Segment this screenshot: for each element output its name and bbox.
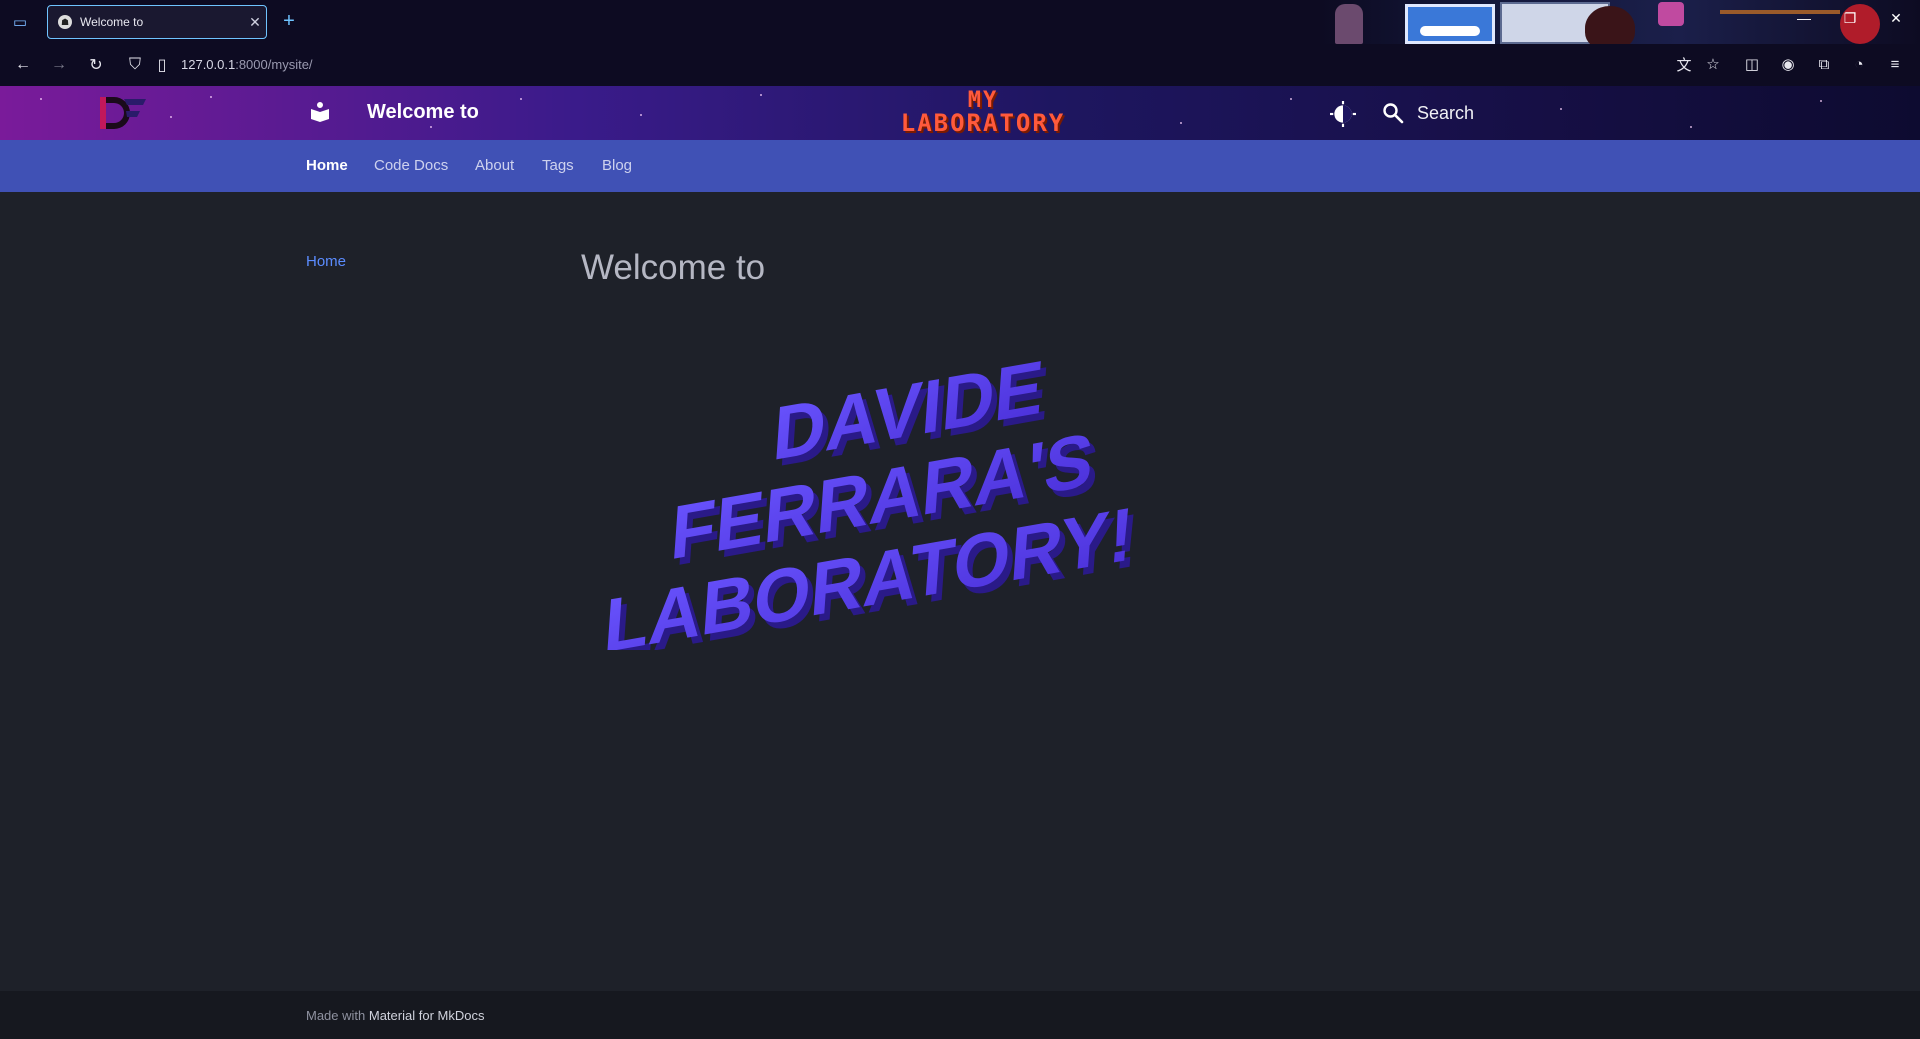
page-info-icon[interactable]: ▯ [150,53,174,77]
brightness-toggle-icon[interactable] [1330,101,1356,127]
tab-title: Welcome to [80,15,144,29]
tab-tags[interactable]: Tags [542,157,574,174]
browser-tab[interactable]: ☗ Welcome to ✕ [47,5,267,39]
tab-about[interactable]: About [475,157,514,174]
footer-credit: Made with Material for MkDocs [306,1008,484,1023]
search-icon[interactable] [1381,101,1405,125]
favicon-icon: ☗ [58,15,72,29]
bookmark-star-icon[interactable]: ☆ [1702,53,1724,75]
account-icon[interactable]: ◉ [1777,53,1799,75]
close-window-icon[interactable]: ✕ [1886,10,1906,27]
restore-icon[interactable]: ❐ [1840,10,1860,27]
search-input[interactable]: Search [1417,103,1474,124]
site-logo[interactable] [96,93,150,133]
footer-prefix: Made with [306,1008,366,1023]
tab-list-icon[interactable]: ▭ [8,10,32,34]
site-title: Welcome to [367,101,479,123]
translate-icon[interactable]: 文 [1673,53,1695,75]
tab-home[interactable]: Home [306,157,348,174]
banner-line-2: LABORATORY [900,109,1066,137]
footer-link-material[interactable]: Material for MkDocs [369,1008,485,1023]
minimize-icon[interactable]: — [1794,10,1814,26]
tab-code-docs[interactable]: Code Docs [374,157,448,174]
shield-icon[interactable]: ⛉ [123,53,147,77]
site-header: Welcome to MY LABORATORY Search [0,86,1920,140]
pocket-icon[interactable]: ◫ [1741,53,1763,75]
menu-icon[interactable]: ≡ [1884,53,1906,75]
page-title: Welcome to [581,248,766,287]
hero-3d-title: DAVIDE DAVIDE FERRARA'S FERRARA'S LABORA… [601,344,1141,650]
sidebar-item-home[interactable]: Home [306,253,346,270]
forward-icon[interactable]: → [47,53,71,77]
url-bar[interactable]: 127.0.0.1:8000/mysite/ [181,57,313,72]
navigation-tabs: Home Code Docs About Tags Blog [0,140,1920,192]
browser-toolbar: ← → ↻ ⛉ ▯ 127.0.0.1:8000/mysite/ [0,44,1920,86]
reload-icon[interactable]: ↻ [84,53,108,77]
url-host: 127.0.0.1 [181,57,236,72]
new-tab-icon[interactable]: + [277,10,301,34]
header-banner-logo: MY LABORATORY [870,90,1096,138]
tab-blog[interactable]: Blog [602,157,632,174]
back-icon[interactable]: ← [11,53,35,77]
extension-icon[interactable]: ◔ [1848,53,1870,75]
close-tab-icon[interactable]: ✕ [244,14,266,31]
book-icon[interactable] [308,100,332,124]
footer: Made with Material for MkDocs [0,991,1920,1039]
url-path: :8000/mysite/ [235,57,313,72]
extensions-icon[interactable]: ⧉ [1813,53,1835,75]
